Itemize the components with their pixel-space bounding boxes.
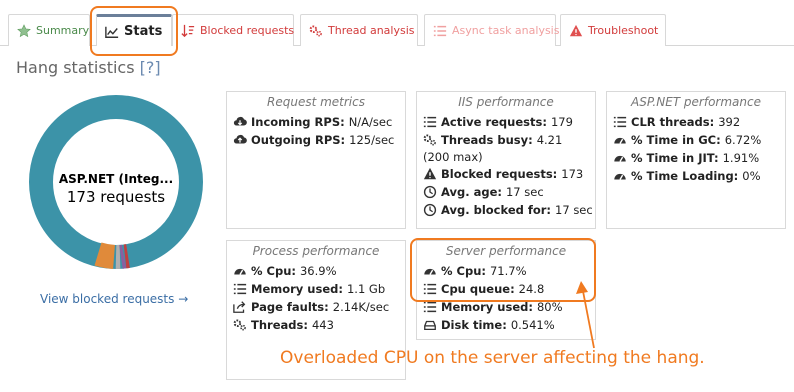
tab-async-task-analysis-label: Async task analysis (452, 24, 560, 37)
annotation-arrow (576, 281, 595, 349)
cloud-download-icon (233, 115, 247, 129)
view-blocked-requests-link[interactable]: View blocked requests → (40, 292, 188, 306)
list-icon (423, 115, 437, 129)
tab-blocked-requests[interactable]: Blocked requests (172, 14, 294, 46)
clock-icon (423, 185, 437, 199)
metric-time-loading: % Time Loading: 0% (613, 167, 779, 185)
metric-threads-busy: Threads busy: 4.21 (423, 131, 589, 149)
gauge-icon (233, 264, 247, 278)
tab-stats[interactable]: Stats (96, 14, 172, 46)
tab-thread-analysis-label: Thread analysis (328, 24, 415, 37)
list-icon (423, 300, 437, 314)
tab-blocked-requests-label: Blocked requests (200, 24, 295, 37)
help-link[interactable]: [?] (140, 58, 161, 77)
donut-segment-orange (94, 242, 116, 269)
panel-title: ASP.NET performance (631, 95, 761, 109)
tab-troubleshoot[interactable]: Troubleshoot (560, 14, 666, 46)
metric-process-cpu: % Cpu: 36.9% (233, 262, 399, 280)
star-icon (17, 23, 31, 38)
metric-time-in-gc: % Time in GC: 6.72% (613, 131, 779, 149)
requests-donut[interactable]: ASP.NET (Integ... 173 requests (28, 94, 204, 270)
warning-icon (423, 167, 437, 181)
cloud-upload-icon (233, 133, 247, 147)
metric-process-threads: Threads: 443 (233, 316, 399, 334)
tab-thread-analysis[interactable]: Thread analysis (300, 14, 418, 46)
metric-outgoing-rps: Outgoing RPS: 125/sec (233, 131, 399, 149)
panel-aspnet-performance: ASP.NET performance CLR threads: 392 % Ti… (606, 91, 786, 229)
metric-clr-threads: CLR threads: 392 (613, 113, 779, 131)
metric-page-faults: Page faults: 2.14K/sec (233, 298, 399, 316)
panel-title: IIS performance (458, 95, 554, 109)
gauge-icon (613, 133, 627, 147)
chart-icon (105, 25, 119, 39)
gears-icon (309, 24, 323, 38)
tab-summary-label: Summary (36, 24, 90, 37)
metric-incoming-rps: Incoming RPS: N/A/sec (233, 113, 399, 131)
list-icon (233, 282, 247, 296)
sort-icon (181, 24, 195, 38)
donut-center: ASP.NET (Integ... 173 requests (28, 172, 204, 206)
metric-time-in-jit: % Time in JIT: 1.91% (613, 149, 779, 167)
metric-active-requests: Active requests: 179 (423, 113, 589, 131)
list-icon (613, 115, 627, 129)
tab-async-task-analysis[interactable]: Async task analysis (424, 14, 560, 46)
donut-label: ASP.NET (Integ... (58, 172, 174, 186)
panel-iis-performance: IIS performance Active requests: 179 Thre… (416, 91, 596, 229)
page-title-text: Hang statistics (16, 58, 135, 77)
metric-avg-blocked-for: Avg. blocked for: 17 sec (423, 201, 593, 219)
page-title: Hang statistics [?] (16, 58, 161, 77)
clock-icon (423, 203, 437, 217)
annotation-text: Overloaded CPU on the server affecting t… (280, 348, 705, 368)
list-icon (433, 24, 447, 38)
metric-avg-age: Avg. age: 17 sec (423, 183, 589, 201)
tab-summary[interactable]: Summary (8, 14, 90, 46)
share-icon (233, 300, 247, 314)
gears-icon (423, 133, 437, 147)
donut-count: 173 requests (66, 188, 166, 206)
tab-bar: Summary Stats Blocked requests Thread an… (0, 0, 794, 56)
panel-title: Request metrics (267, 95, 365, 109)
panel-title: Server performance (445, 244, 567, 258)
donut-segment-purple (119, 244, 127, 269)
gauge-icon (613, 151, 627, 165)
tab-troubleshoot-label: Troubleshoot (588, 24, 659, 37)
gauge-icon (613, 169, 627, 183)
gears-icon (233, 318, 247, 332)
warning-icon (569, 24, 583, 38)
metric-process-memory: Memory used: 1.1 Gb (233, 280, 399, 298)
metric-threads-max: (200 max) (423, 150, 483, 164)
panel-title: Process performance (252, 244, 380, 258)
panel-request-metrics: Request metrics Incoming RPS: N/A/sec Out… (226, 91, 406, 229)
disk-icon (423, 318, 437, 332)
list-icon (423, 282, 437, 296)
gauge-icon (423, 264, 437, 278)
tab-stats-label: Stats (124, 24, 163, 39)
metric-blocked-requests: Blocked requests: 173 (423, 165, 589, 183)
